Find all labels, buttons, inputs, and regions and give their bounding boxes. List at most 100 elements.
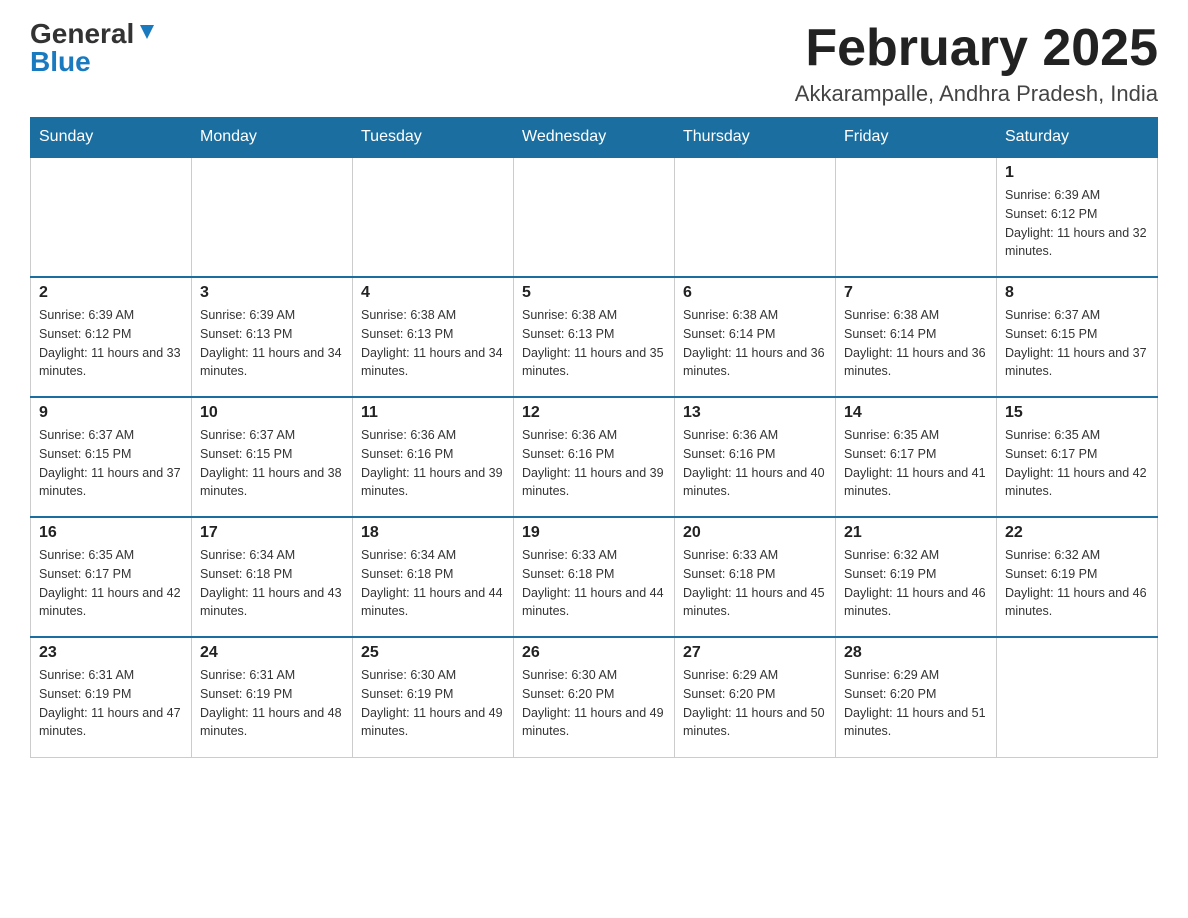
day-info: Sunrise: 6:38 AM Sunset: 6:13 PM Dayligh… <box>361 306 505 381</box>
day-info: Sunrise: 6:32 AM Sunset: 6:19 PM Dayligh… <box>1005 546 1149 621</box>
day-info: Sunrise: 6:33 AM Sunset: 6:18 PM Dayligh… <box>683 546 827 621</box>
calendar-header-sunday: Sunday <box>31 118 192 158</box>
calendar-cell: 11 Sunrise: 6:36 AM Sunset: 6:16 PM Dayli… <box>353 397 514 517</box>
day-info: Sunrise: 6:38 AM Sunset: 6:14 PM Dayligh… <box>844 306 988 381</box>
day-number: 12 <box>522 404 666 422</box>
calendar-cell: 9Sunrise: 6:37 AM Sunset: 6:15 PM Daylig… <box>31 397 192 517</box>
logo-general-text: General <box>30 20 134 48</box>
day-number: 5 <box>522 284 666 302</box>
day-number: 8 <box>1005 284 1149 302</box>
calendar-week-1: 1 Sunrise: 6:39 AM Sunset: 6:12 PM Daylig… <box>31 157 1158 277</box>
calendar-week-2: 2 Sunrise: 6:39 AM Sunset: 6:12 PM Daylig… <box>31 277 1158 397</box>
calendar-cell: 23 Sunrise: 6:31 AM Sunset: 6:19 PM Dayli… <box>31 637 192 757</box>
calendar-cell: 24 Sunrise: 6:31 AM Sunset: 6:19 PM Dayli… <box>192 637 353 757</box>
day-info: Sunrise: 6:35 AM Sunset: 6:17 PM Dayligh… <box>844 426 988 501</box>
calendar-week-4: 16Sunrise: 6:35 AM Sunset: 6:17 PM Dayli… <box>31 517 1158 637</box>
calendar-cell: 26 Sunrise: 6:30 AM Sunset: 6:20 PM Dayli… <box>514 637 675 757</box>
day-number: 15 <box>1005 404 1149 422</box>
day-number: 11 <box>361 404 505 422</box>
calendar-cell <box>836 157 997 277</box>
calendar-cell: 28 Sunrise: 6:29 AM Sunset: 6:20 PM Dayli… <box>836 637 997 757</box>
day-info: Sunrise: 6:38 AM Sunset: 6:14 PM Dayligh… <box>683 306 827 381</box>
day-number: 2 <box>39 284 183 302</box>
calendar-header-friday: Friday <box>836 118 997 158</box>
day-info: Sunrise: 6:37 AM Sunset: 6:15 PM Dayligh… <box>200 426 344 501</box>
day-number: 22 <box>1005 524 1149 542</box>
calendar-header-saturday: Saturday <box>997 118 1158 158</box>
location-text: Akkarampalle, Andhra Pradesh, India <box>795 81 1158 107</box>
day-number: 19 <box>522 524 666 542</box>
day-info: Sunrise: 6:39 AM Sunset: 6:12 PM Dayligh… <box>39 306 183 381</box>
calendar-cell: 4 Sunrise: 6:38 AM Sunset: 6:13 PM Daylig… <box>353 277 514 397</box>
day-number: 13 <box>683 404 827 422</box>
day-info: Sunrise: 6:34 AM Sunset: 6:18 PM Dayligh… <box>200 546 344 621</box>
day-number: 27 <box>683 644 827 662</box>
calendar-header-thursday: Thursday <box>675 118 836 158</box>
day-info: Sunrise: 6:37 AM Sunset: 6:15 PM Dayligh… <box>1005 306 1149 381</box>
day-info: Sunrise: 6:36 AM Sunset: 6:16 PM Dayligh… <box>683 426 827 501</box>
day-number: 6 <box>683 284 827 302</box>
day-info: Sunrise: 6:38 AM Sunset: 6:13 PM Dayligh… <box>522 306 666 381</box>
calendar-cell: 20 Sunrise: 6:33 AM Sunset: 6:18 PM Dayli… <box>675 517 836 637</box>
day-info: Sunrise: 6:39 AM Sunset: 6:13 PM Dayligh… <box>200 306 344 381</box>
calendar-cell: 16Sunrise: 6:35 AM Sunset: 6:17 PM Dayli… <box>31 517 192 637</box>
day-number: 20 <box>683 524 827 542</box>
day-info: Sunrise: 6:31 AM Sunset: 6:19 PM Dayligh… <box>39 666 183 741</box>
calendar-cell: 21 Sunrise: 6:32 AM Sunset: 6:19 PM Dayli… <box>836 517 997 637</box>
calendar-header-row: SundayMondayTuesdayWednesdayThursdayFrid… <box>31 118 1158 158</box>
calendar-table: SundayMondayTuesdayWednesdayThursdayFrid… <box>30 117 1158 758</box>
month-title: February 2025 <box>795 20 1158 77</box>
day-number: 23 <box>39 644 183 662</box>
day-number: 4 <box>361 284 505 302</box>
day-number: 14 <box>844 404 988 422</box>
day-number: 26 <box>522 644 666 662</box>
day-info: Sunrise: 6:29 AM Sunset: 6:20 PM Dayligh… <box>844 666 988 741</box>
day-number: 24 <box>200 644 344 662</box>
calendar-cell: 1 Sunrise: 6:39 AM Sunset: 6:12 PM Daylig… <box>997 157 1158 277</box>
day-info: Sunrise: 6:36 AM Sunset: 6:16 PM Dayligh… <box>361 426 505 501</box>
calendar-cell: 18 Sunrise: 6:34 AM Sunset: 6:18 PM Dayli… <box>353 517 514 637</box>
calendar-cell: 22 Sunrise: 6:32 AM Sunset: 6:19 PM Dayli… <box>997 517 1158 637</box>
day-info: Sunrise: 6:39 AM Sunset: 6:12 PM Dayligh… <box>1005 186 1149 261</box>
day-info: Sunrise: 6:36 AM Sunset: 6:16 PM Dayligh… <box>522 426 666 501</box>
calendar-cell <box>31 157 192 277</box>
day-number: 18 <box>361 524 505 542</box>
calendar-cell: 6 Sunrise: 6:38 AM Sunset: 6:14 PM Daylig… <box>675 277 836 397</box>
title-section: February 2025 Akkarampalle, Andhra Prade… <box>795 20 1158 107</box>
calendar-week-5: 23 Sunrise: 6:31 AM Sunset: 6:19 PM Dayli… <box>31 637 1158 757</box>
day-info: Sunrise: 6:29 AM Sunset: 6:20 PM Dayligh… <box>683 666 827 741</box>
calendar-cell: 10 Sunrise: 6:37 AM Sunset: 6:15 PM Dayli… <box>192 397 353 517</box>
day-number: 3 <box>200 284 344 302</box>
day-info: Sunrise: 6:35 AM Sunset: 6:17 PM Dayligh… <box>39 546 183 621</box>
day-number: 10 <box>200 404 344 422</box>
day-info: Sunrise: 6:34 AM Sunset: 6:18 PM Dayligh… <box>361 546 505 621</box>
day-info: Sunrise: 6:32 AM Sunset: 6:19 PM Dayligh… <box>844 546 988 621</box>
day-number: 21 <box>844 524 988 542</box>
calendar-cell: 5 Sunrise: 6:38 AM Sunset: 6:13 PM Daylig… <box>514 277 675 397</box>
page-header: General Blue February 2025 Akkarampalle,… <box>30 20 1158 107</box>
day-number: 1 <box>1005 164 1149 182</box>
calendar-cell: 8 Sunrise: 6:37 AM Sunset: 6:15 PM Daylig… <box>997 277 1158 397</box>
calendar-cell <box>675 157 836 277</box>
calendar-cell: 27 Sunrise: 6:29 AM Sunset: 6:20 PM Dayli… <box>675 637 836 757</box>
calendar-header-wednesday: Wednesday <box>514 118 675 158</box>
calendar-header-monday: Monday <box>192 118 353 158</box>
day-info: Sunrise: 6:31 AM Sunset: 6:19 PM Dayligh… <box>200 666 344 741</box>
logo-blue-text: Blue <box>30 48 91 76</box>
day-info: Sunrise: 6:30 AM Sunset: 6:20 PM Dayligh… <box>522 666 666 741</box>
logo: General Blue <box>30 20 158 76</box>
day-number: 25 <box>361 644 505 662</box>
day-info: Sunrise: 6:37 AM Sunset: 6:15 PM Dayligh… <box>39 426 183 501</box>
day-number: 7 <box>844 284 988 302</box>
day-info: Sunrise: 6:33 AM Sunset: 6:18 PM Dayligh… <box>522 546 666 621</box>
calendar-cell: 14 Sunrise: 6:35 AM Sunset: 6:17 PM Dayli… <box>836 397 997 517</box>
calendar-cell <box>514 157 675 277</box>
day-number: 28 <box>844 644 988 662</box>
calendar-cell: 19 Sunrise: 6:33 AM Sunset: 6:18 PM Dayli… <box>514 517 675 637</box>
day-number: 17 <box>200 524 344 542</box>
calendar-cell: 15Sunrise: 6:35 AM Sunset: 6:17 PM Dayli… <box>997 397 1158 517</box>
calendar-cell: 3 Sunrise: 6:39 AM Sunset: 6:13 PM Daylig… <box>192 277 353 397</box>
calendar-header-tuesday: Tuesday <box>353 118 514 158</box>
calendar-cell <box>353 157 514 277</box>
calendar-cell: 12 Sunrise: 6:36 AM Sunset: 6:16 PM Dayli… <box>514 397 675 517</box>
